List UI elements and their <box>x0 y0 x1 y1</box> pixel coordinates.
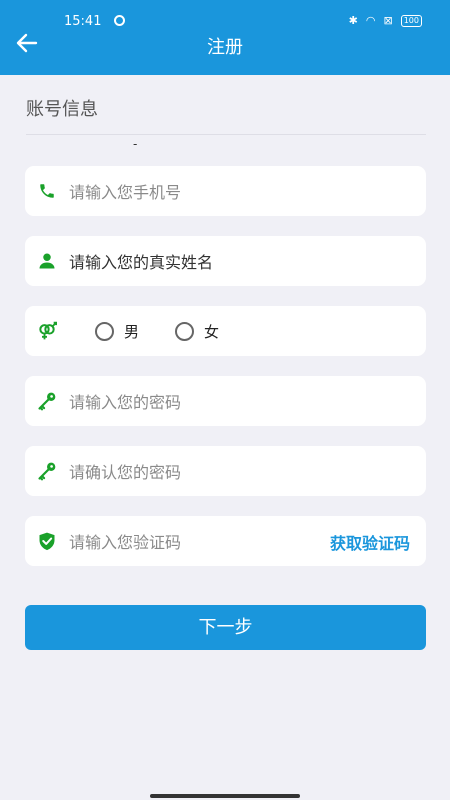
shield-check-icon <box>37 531 57 551</box>
gender-icon <box>37 321 57 341</box>
password-field[interactable]: 请输入您的密码 <box>25 376 426 426</box>
gender-label-female: 女 <box>204 322 220 341</box>
section-divider <box>26 134 426 135</box>
gender-field: 男 女 <box>25 306 426 356</box>
key-icon <box>37 391 57 411</box>
gender-label-male: 男 <box>124 322 140 341</box>
home-indicator[interactable] <box>150 794 300 798</box>
verification-code-field[interactable]: 请输入您验证码 获取验证码 <box>25 516 426 566</box>
gender-option-male[interactable]: 男 <box>95 321 139 342</box>
bluetooth-icon: ✱ <box>348 14 358 27</box>
gender-option-female[interactable]: 女 <box>175 321 219 342</box>
password-input[interactable]: 请输入您的密码 <box>69 389 181 413</box>
radio-circle-female[interactable] <box>175 321 195 341</box>
status-bar: 15:41 ✱ ◠ ⊠ 100 <box>0 12 450 32</box>
sim-icon: ⊠ <box>383 14 393 27</box>
status-app-icon <box>114 15 125 26</box>
section-marker: - <box>133 137 138 151</box>
confirm-password-input[interactable]: 请确认您的密码 <box>69 459 181 483</box>
name-input[interactable]: 请输入您的真实姓名 <box>69 249 213 273</box>
battery-icon: 100 <box>400 14 422 27</box>
confirm-password-field[interactable]: 请确认您的密码 <box>25 446 426 496</box>
phone-input[interactable]: 请输入您手机号 <box>69 179 181 203</box>
phone-icon <box>37 181 57 201</box>
section-title: 账号信息 <box>26 99 98 120</box>
status-time: 15:41 <box>64 14 102 29</box>
app-header: 15:41 ✱ ◠ ⊠ 100 注册 <box>0 0 450 75</box>
wifi-icon: ◠ <box>365 14 376 27</box>
verification-code-input[interactable]: 请输入您验证码 <box>69 529 181 553</box>
get-code-button[interactable]: 获取验证码 <box>330 530 410 554</box>
radio-circle-male[interactable] <box>95 321 114 341</box>
name-field[interactable]: 请输入您的真实姓名 <box>25 236 426 286</box>
page-title: 注册 <box>207 37 243 58</box>
key-icon <box>37 461 57 481</box>
person-icon <box>37 251 57 271</box>
status-indicators: ✱ ◠ ⊠ 100 <box>349 14 422 27</box>
phone-field[interactable]: 请输入您手机号 <box>25 166 426 216</box>
next-step-button[interactable]: 下一步 <box>25 605 426 650</box>
